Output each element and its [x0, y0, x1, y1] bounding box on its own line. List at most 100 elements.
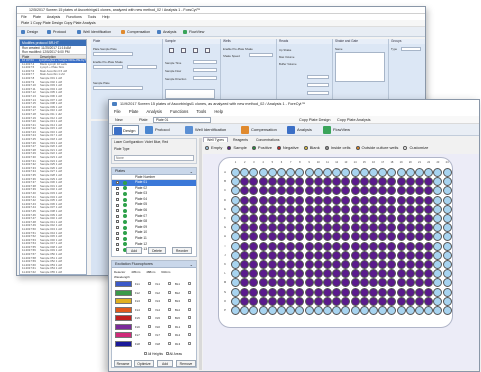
- plate-well[interactable]: [350, 260, 360, 269]
- plate-well[interactable]: [433, 232, 443, 242]
- plate-well[interactable]: [231, 296, 240, 306]
- plate-well[interactable]: [350, 296, 360, 306]
- plate-well[interactable]: [258, 250, 268, 260]
- plate-type-field[interactable]: [93, 52, 133, 56]
- plate-well[interactable]: [387, 260, 397, 269]
- plate-well[interactable]: [442, 241, 452, 251]
- plate-well[interactable]: [378, 306, 388, 315]
- plate-well[interactable]: [415, 250, 424, 260]
- plate-well[interactable]: [240, 232, 250, 242]
- plate-well[interactable]: [433, 214, 443, 223]
- plate-row-label[interactable]: L: [222, 271, 228, 275]
- plate-well[interactable]: [442, 296, 452, 306]
- plate-well[interactable]: [405, 214, 415, 223]
- plate-well[interactable]: [313, 260, 323, 269]
- plate-checkbox[interactable]: [116, 186, 119, 190]
- plate-well[interactable]: [231, 232, 240, 242]
- plate-well[interactable]: [405, 241, 415, 251]
- analysis-button[interactable]: Analysis: [287, 126, 312, 134]
- detector-checkbox[interactable]: [148, 299, 151, 302]
- detector-checkbox[interactable]: [188, 307, 191, 311]
- plate-well[interactable]: [267, 269, 277, 279]
- detector-checkbox[interactable]: [148, 341, 151, 345]
- plate-well[interactable]: [424, 306, 434, 315]
- well-type-inside-cells[interactable]: Inside cells: [324, 144, 351, 152]
- plate-well[interactable]: [378, 241, 388, 251]
- plate-well[interactable]: [350, 306, 360, 315]
- plate-column-label[interactable]: 7: [286, 161, 295, 164]
- plate-well[interactable]: [286, 214, 296, 223]
- plate-well[interactable]: [405, 195, 415, 205]
- plate-well[interactable]: [286, 250, 296, 260]
- plate-well[interactable]: [378, 204, 388, 214]
- plate-well[interactable]: [378, 250, 388, 260]
- plate-well[interactable]: [424, 204, 434, 214]
- sample-time-field[interactable]: [193, 60, 217, 64]
- plate-well[interactable]: [387, 177, 397, 187]
- fluorophore-row[interactable]: FL1 VL1 BL1: [115, 281, 193, 287]
- plate-well[interactable]: [295, 195, 305, 205]
- plate-well[interactable]: [313, 177, 323, 187]
- fluorophore-row[interactable]: FL5 VL5 BL5: [115, 315, 193, 321]
- plate-column-label[interactable]: 18: [387, 161, 396, 164]
- plate-well[interactable]: [359, 186, 369, 196]
- plate-well[interactable]: [369, 260, 378, 269]
- plate-well[interactable]: [277, 232, 286, 242]
- plate-well[interactable]: [378, 214, 388, 223]
- plate-well[interactable]: [267, 296, 277, 306]
- plate-well[interactable]: [295, 232, 305, 242]
- plate-well[interactable]: [304, 177, 314, 187]
- plate-well[interactable]: [258, 278, 268, 288]
- plate-well[interactable]: [378, 260, 388, 269]
- plate-well[interactable]: [387, 186, 397, 196]
- plate-well[interactable]: [433, 195, 443, 205]
- plate-well[interactable]: [304, 287, 314, 297]
- plate-well[interactable]: [378, 223, 388, 233]
- plate-well[interactable]: [313, 306, 323, 315]
- plate-well[interactable]: [378, 177, 388, 187]
- plate-well[interactable]: [249, 223, 259, 233]
- plate-well[interactable]: [359, 260, 369, 269]
- detector-checkbox[interactable]: [168, 316, 171, 319]
- plate-well[interactable]: [323, 241, 332, 251]
- well-type-sample[interactable]: Sample: [227, 144, 247, 152]
- detector-checkbox[interactable]: [188, 282, 191, 285]
- plate-row-label[interactable]: O: [222, 299, 228, 303]
- plate-well[interactable]: [240, 223, 250, 233]
- optimize-button[interactable]: Optimize: [134, 360, 154, 367]
- plate-well[interactable]: [332, 287, 342, 297]
- plate-well[interactable]: [350, 269, 360, 279]
- plate-column-label[interactable]: 11: [323, 161, 332, 164]
- plate-well[interactable]: [304, 250, 314, 260]
- plate-well[interactable]: [341, 278, 351, 288]
- plate-well[interactable]: [433, 204, 443, 214]
- plate-row-label[interactable]: G: [222, 225, 228, 229]
- plate-well[interactable]: [323, 204, 332, 214]
- plate-well[interactable]: [332, 204, 342, 214]
- plate-well[interactable]: [350, 278, 360, 288]
- plate-well[interactable]: [387, 250, 397, 260]
- back-analysis-button[interactable]: Analysis: [157, 29, 176, 35]
- fluorophore-row[interactable]: FL4 VL4 BL4: [115, 306, 193, 313]
- plate-well[interactable]: [240, 204, 250, 214]
- shake-list[interactable]: [335, 52, 385, 82]
- plate-well[interactable]: [286, 241, 296, 251]
- plate-well[interactable]: [277, 287, 286, 297]
- plate-well[interactable]: [323, 214, 332, 223]
- plate-well[interactable]: [231, 223, 240, 233]
- plate-row-label[interactable]: H: [222, 234, 228, 238]
- plate-well[interactable]: [249, 260, 259, 269]
- plate-well[interactable]: [304, 232, 314, 242]
- fluorophore-row[interactable]: FL8 VL8 RL3: [115, 340, 193, 347]
- plate-well[interactable]: [378, 269, 388, 279]
- plate-well[interactable]: [387, 296, 397, 306]
- plate-well[interactable]: [332, 223, 342, 233]
- well-type-customize[interactable]: Customize: [403, 144, 428, 152]
- plate-well[interactable]: [240, 177, 250, 187]
- menu-analysis[interactable]: Analysis: [146, 109, 162, 114]
- plate-well[interactable]: [442, 214, 452, 223]
- plate-well[interactable]: [350, 241, 360, 251]
- plate-well[interactable]: [304, 195, 314, 205]
- plate-well[interactable]: [350, 204, 360, 214]
- plate-well[interactable]: [258, 296, 268, 306]
